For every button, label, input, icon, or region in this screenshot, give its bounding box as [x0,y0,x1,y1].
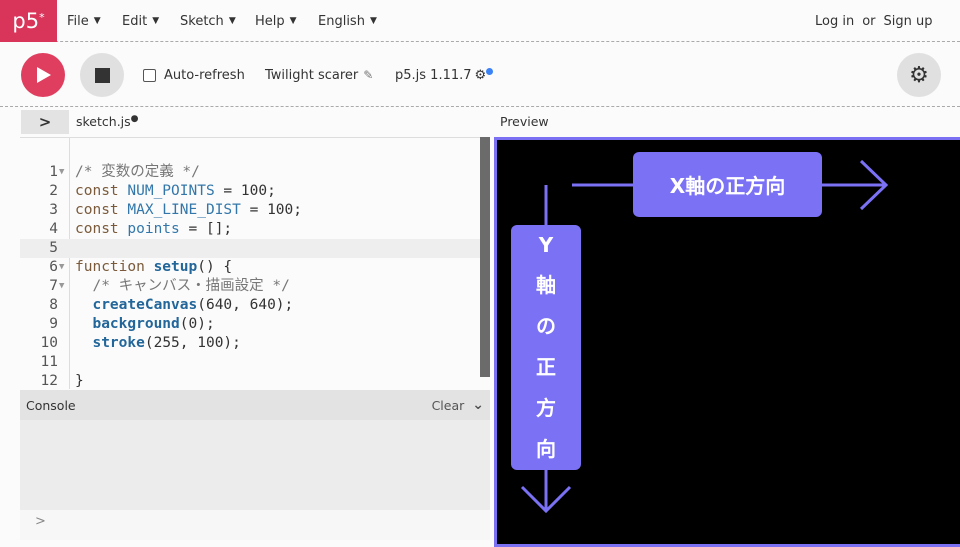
x-axis-label: X軸の正方向 [633,152,822,217]
y-axis-label: Y軸の正方向 [511,225,581,470]
y-label-char: 方 [536,396,556,420]
axis-arrows [520,159,889,514]
y-label-char: の [536,314,556,338]
y-label-char: 向 [536,437,556,461]
y-label-char: 正 [536,355,556,379]
y-label-char: Y [538,233,554,257]
y-label-char: 軸 [536,273,556,297]
